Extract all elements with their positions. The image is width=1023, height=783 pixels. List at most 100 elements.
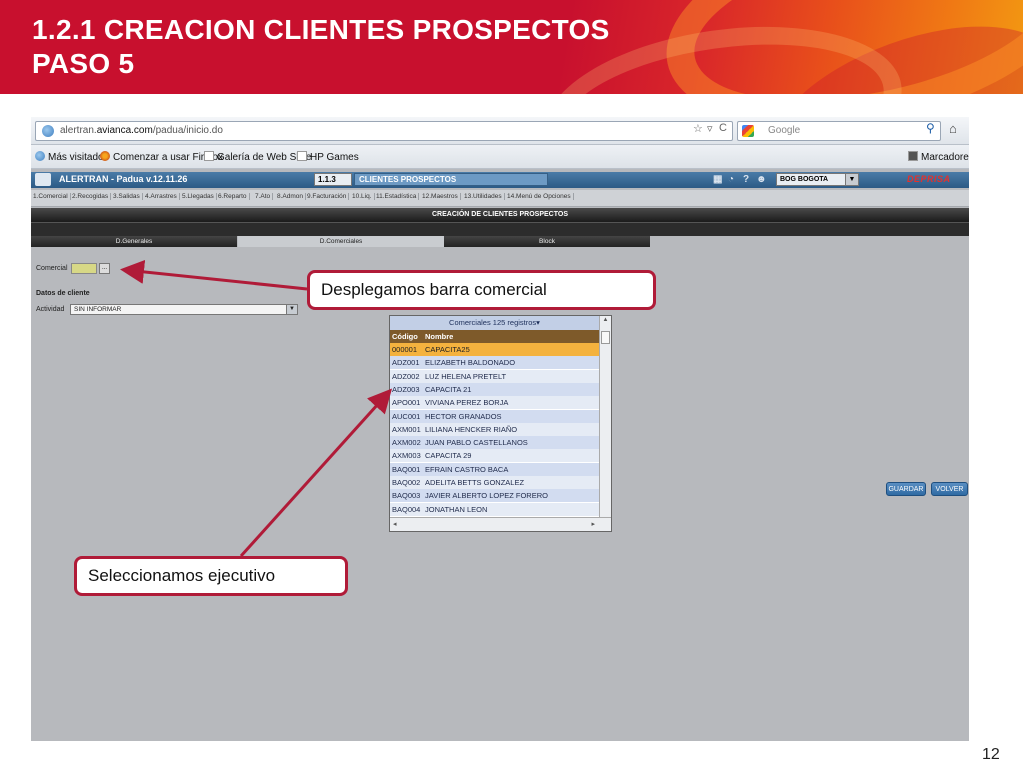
list-item[interactable]: BAQ004 JONATHAN LEON [390,502,599,516]
menu-item-comercial[interactable]: 1.Comercial [33,193,71,200]
list-item-code: AXM002 [392,438,421,448]
actividad-value: SIN INFORMAR [74,306,122,313]
list-item[interactable]: ADZ001 ELIZABETH BALDONADO [390,356,599,370]
list-item-code: BAQ001 [392,464,421,474]
app-screenshot: alertran.avianca.com/padua/inicio.do ☆ ▿… [31,117,969,741]
scroll-right-icon[interactable]: ▸ [591,520,595,528]
menu-item-admon[interactable]: 8.Admon [277,193,307,200]
scroll-up-icon[interactable]: ▲ [601,317,610,328]
list-item-code: AUC001 [392,411,421,421]
actividad-label: Actividad [36,306,65,313]
comerciales-popup: Comerciales 125 registros▾ Código Nombre… [389,315,612,532]
scroll-thumb[interactable] [601,331,610,344]
list-item[interactable]: 000001 CAPACITA25 [390,343,599,356]
list-item-name: LUZ HELENA PRETELT [425,371,507,381]
menu-item-estadistica[interactable]: 11.Estadística [376,193,420,200]
comercial-input[interactable] [71,263,97,274]
address-bar[interactable]: alertran.avianca.com/padua/inicio.do [35,121,733,141]
bookmark-icon [35,151,45,161]
user-icon[interactable]: ☻ [756,174,767,185]
bookmark-hp-games[interactable]: HP Games [297,151,359,163]
guardar-button[interactable]: GUARDAR [886,482,926,496]
chevron-down-icon[interactable]: ▿ [707,122,713,135]
menu-item-reparto[interactable]: 6.Reparto [218,193,250,200]
star-icon[interactable]: ☆ [693,122,703,135]
tab-datos-generales[interactable]: D.Generales [31,236,237,247]
bookmark-star-icon [908,151,918,161]
help-icon[interactable]: ? [743,174,749,185]
list-item-name: LILIANA HENCKER RIAÑO [425,424,518,434]
globe-icon [42,125,54,137]
chevron-down-icon: ▾ [536,318,540,327]
list-item-name: JAVIER ALBERTO LOPEZ FORERO [425,491,548,501]
bookmarks-menu[interactable]: Marcadores [908,151,969,163]
list-item[interactable]: AUC001 HECTOR GRANADOS [390,409,599,423]
list-item[interactable]: APO001 VIVIANA PEREZ BORJA [390,396,599,410]
tab-datos-comerciales[interactable]: D.Comerciales [238,236,444,247]
list-item[interactable]: ADZ003 CAPACITA 21 [390,382,599,396]
list-item-code: 000001 [392,345,418,354]
search-input[interactable]: Google [737,121,941,141]
list-item[interactable]: BAQ003 JAVIER ALBERTO LOPEZ FORERO [390,489,599,503]
chevron-down-icon: ▼ [845,174,858,185]
menu-item-recogidas[interactable]: 2.Recogidas [72,193,112,200]
menu-item-utilidades[interactable]: 13.Utilidades [464,193,505,200]
menu-item-ato[interactable]: 7.Ato [255,193,274,200]
list-item-code: BAQ002 [392,478,421,487]
calendar-icon[interactable]: ▦ [713,174,722,185]
branch-value: BOG BOGOTA [780,176,829,183]
page-icon [297,151,307,161]
menu-item-llegadas[interactable]: 5.Llegadas [182,193,217,200]
comercial-label: Comercial [36,265,68,272]
slide-subtitle: PASO 5 [32,48,135,79]
menu-item-maestros[interactable]: 12.Maestros [422,193,461,200]
list-item-name: CAPACITA25 [425,345,470,354]
menu-item-liq[interactable]: 10.Liq. [352,193,375,200]
bookmark-label: HP Games [310,152,359,163]
clock-icon[interactable]: ◔ [728,174,734,185]
slide: 1.2.1 CREACION CLIENTES PROSPECTOS PASO … [0,0,1023,783]
callout-desplegamos: Desplegamos barra comercial [307,270,656,310]
menu-code-field[interactable]: 1.1.3 [314,173,352,186]
menu-item-salidas[interactable]: 3.Salidas [113,193,143,200]
volver-button[interactable]: VOLVER [931,482,968,496]
list-item[interactable]: ADZ002 LUZ HELENA PRETELT [390,369,599,383]
list-item-name: EFRAIN CASTRO BACA [425,464,509,474]
comercial-lookup-button[interactable]: ... [99,263,110,274]
brand-logo: DEPRISA [907,174,951,184]
menu-item-arrastres[interactable]: 4.Arrastres [145,193,180,200]
search-icon[interactable]: ⚲ [926,121,935,135]
list-item[interactable]: AXM001 LILIANA HENCKER RIAÑO [390,422,599,436]
popup-title-text: Comerciales 125 registros [449,318,537,327]
column-header-code: Código [392,332,418,341]
list-item[interactable]: AXM002 JUAN PABLO CASTELLANOS [390,436,599,450]
list-item-code: ADZ002 [392,371,420,381]
list-item-name: JUAN PABLO CASTELLANOS [425,438,528,448]
scroll-left-icon[interactable]: ◂ [393,520,397,528]
chevron-down-icon: ▼ [286,305,297,314]
list-item[interactable]: BAQ002 ADELITA BETTS GONZALEZ [390,476,599,489]
app-name: ALERTRAN - Padua v.12.11.26 [59,174,188,184]
bus-icon [35,173,51,186]
app-menu: 1.Comercial 2.Recogidas 3.Salidas 4.Arra… [31,190,969,207]
reload-icon[interactable]: C [719,122,727,134]
list-item-name: JONATHAN LEON [425,504,488,514]
actividad-select[interactable]: SIN INFORMAR ▼ [70,304,298,315]
list-item[interactable]: AXM003 CAPACITA 29 [390,449,599,463]
tab-block[interactable]: Block [444,236,650,247]
vertical-scrollbar[interactable]: ▲ [599,316,611,517]
menu-item-menu-opciones[interactable]: 14.Menú de Opciones [507,193,574,200]
column-header-name: Nombre [425,332,454,341]
list-item-name: ELIZABETH BALDONADO [425,358,516,368]
brand-text: DEPRISA [907,174,951,184]
horizontal-scrollbar[interactable]: ◂ ▸ [390,517,611,531]
menu-item-facturacion[interactable]: 9.Facturación [307,193,350,200]
list-item[interactable]: BAQ001 EFRAIN CASTRO BACA [390,462,599,476]
bookmark-mas-visitados[interactable]: Más visitados [35,151,109,163]
home-icon[interactable]: ⌂ [949,121,957,136]
bookmarks-bar: Más visitados Comenzar a usar Firefox Ga… [31,145,969,169]
url-domain: avianca.com [96,125,153,136]
list-item-code: AXM001 [392,424,421,434]
bookmark-web-slice[interactable]: Galería de Web Slice [204,151,311,163]
branch-select[interactable]: BOG BOGOTA ▼ [776,173,859,186]
